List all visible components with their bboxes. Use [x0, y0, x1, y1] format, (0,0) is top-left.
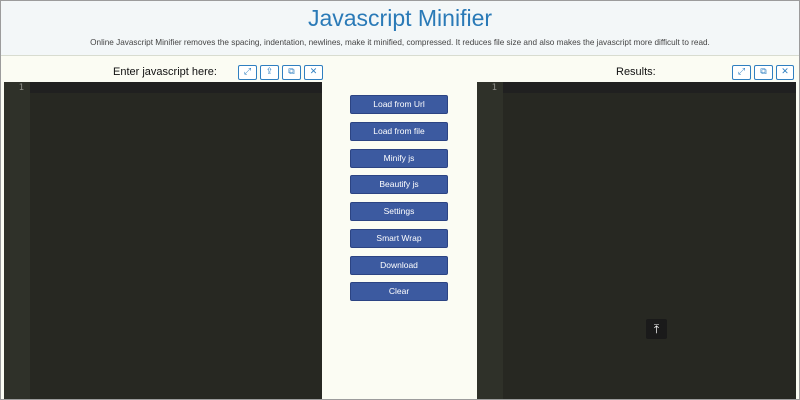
beautify-button[interactable]: Beautify js — [350, 175, 448, 194]
page-title: Javascript Minifier — [307, 5, 493, 31]
input-panel-label: Enter javascript here: — [113, 66, 217, 78]
output-editor-gutter: 1 — [477, 82, 503, 400]
input-editor-gutter: 1 — [4, 82, 30, 400]
line-number: 1 — [491, 83, 497, 93]
settings-button[interactable]: Settings — [350, 202, 448, 221]
input-fullscreen-button[interactable]: ⤢ — [238, 65, 257, 80]
active-line-highlight — [30, 82, 322, 93]
load-from-file-button[interactable]: Load from file — [350, 122, 448, 141]
output-editor[interactable]: 1 — [477, 82, 796, 400]
output-fullscreen-button[interactable]: ⤢ — [732, 65, 751, 80]
smart-wrap-button[interactable]: Smart Wrap — [350, 229, 448, 248]
fullscreen-icon: ⤢ — [737, 67, 746, 77]
output-clear-button[interactable]: ✕ — [776, 65, 794, 80]
close-icon: ✕ — [309, 67, 318, 77]
copy-icon: ⧉ — [288, 67, 295, 77]
page-header: Javascript Minifier Online Javascript Mi… — [1, 1, 799, 56]
input-clear-button[interactable]: ✕ — [304, 65, 323, 80]
line-number: 1 — [18, 83, 24, 93]
minify-button[interactable]: Minify js — [350, 149, 448, 168]
input-upload-button[interactable]: ⇪ — [260, 65, 279, 80]
input-copy-button[interactable]: ⧉ — [282, 65, 301, 80]
scroll-to-top-button[interactable]: ⤒ — [646, 319, 667, 339]
copy-icon: ⧉ — [760, 67, 767, 77]
arrow-up-icon: ⤒ — [653, 322, 660, 336]
download-button[interactable]: Download — [350, 256, 448, 275]
fullscreen-icon: ⤢ — [243, 67, 252, 77]
output-panel-label: Results: — [616, 66, 656, 78]
output-copy-button[interactable]: ⧉ — [754, 65, 773, 80]
page-description: Online Javascript Minifier removes the s… — [90, 38, 710, 47]
active-line-highlight — [503, 82, 796, 93]
input-editor[interactable]: 1 — [4, 82, 322, 400]
clear-button[interactable]: Clear — [350, 282, 448, 301]
load-from-url-button[interactable]: Load from Url — [350, 95, 448, 114]
close-icon: ✕ — [781, 67, 789, 77]
upload-icon: ⇪ — [265, 67, 274, 77]
